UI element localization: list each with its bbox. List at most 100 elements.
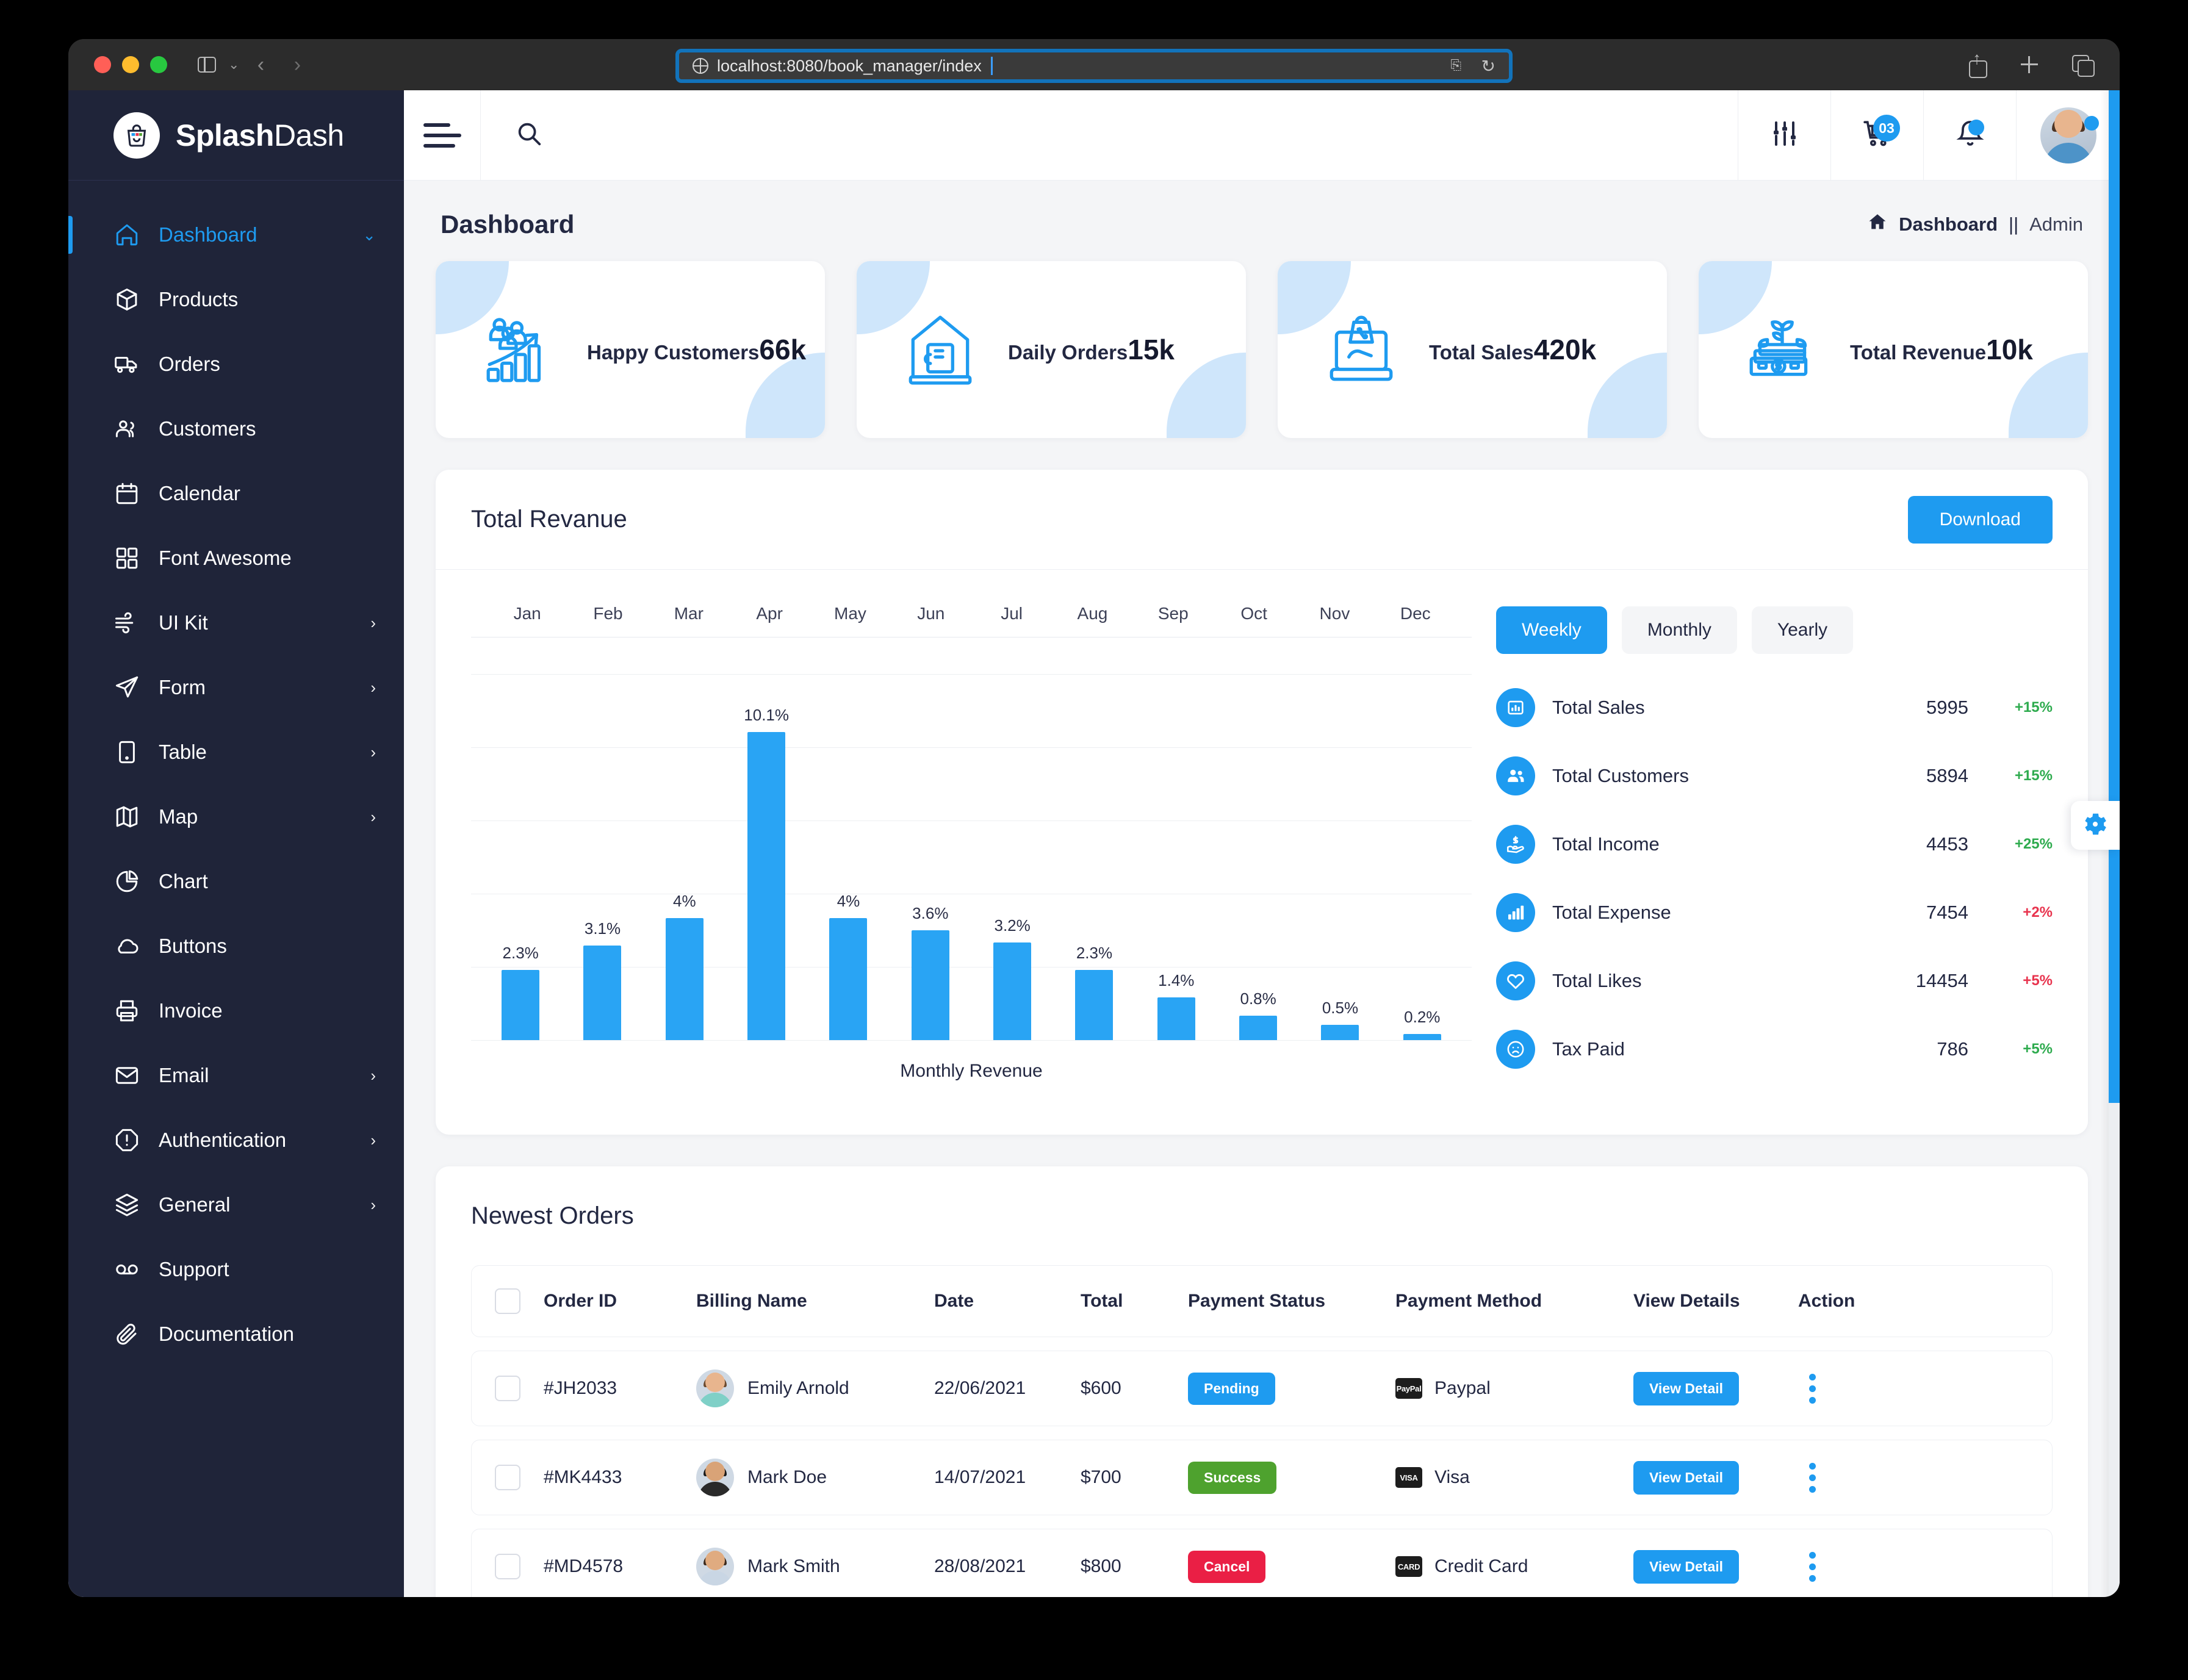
stat-card-value: 66k — [759, 334, 807, 365]
breadcrumb-home[interactable]: Dashboard — [1899, 214, 1998, 235]
checkbox[interactable] — [495, 1465, 520, 1490]
view-detail-button[interactable]: View Detail — [1633, 1549, 1740, 1584]
row-select-cell[interactable] — [472, 1376, 544, 1401]
heart-icon — [1496, 961, 1535, 1000]
revenue-stats: Weekly Monthly Yearly Total Sales 5995 +15% T… — [1496, 604, 2053, 1098]
row-select-cell[interactable] — [472, 1465, 544, 1490]
revenue-stat-row: Total Expense 7454 +2% — [1496, 893, 2053, 932]
view-detail-button[interactable]: View Detail — [1633, 1371, 1740, 1405]
sidebar-item-form[interactable]: Form › — [68, 655, 404, 720]
period-tab-yearly[interactable]: Yearly — [1751, 606, 1854, 654]
view-detail-button[interactable]: View Detail — [1633, 1460, 1740, 1495]
settings-button[interactable] — [1738, 90, 1830, 180]
brand-logo[interactable]: SplashDash — [68, 90, 404, 181]
billing-name-text: Mark Smith — [747, 1556, 840, 1576]
forward-button[interactable]: › — [282, 49, 312, 80]
sidebar-item-font-awesome[interactable]: Font Awesome — [68, 526, 404, 591]
cart-button[interactable]: 03 — [1830, 90, 1923, 180]
sad-face-icon — [1496, 1030, 1535, 1069]
page-viewport: SplashDash Dashboard ⌄ Products Orders Custo… — [68, 90, 2120, 1597]
chevron-right-icon: › — [370, 1066, 376, 1085]
cell-action — [1798, 1462, 2052, 1493]
tablet-icon — [113, 739, 140, 766]
address-bar-container: localhost:8080/book_manager/index ⎘ ↻ — [675, 49, 1513, 83]
scrollbar-thumb[interactable] — [2109, 90, 2120, 1103]
sidebar-item-orders[interactable]: Orders — [68, 332, 404, 397]
chevron-down-icon[interactable]: ⌄ — [228, 57, 239, 73]
sidebar-item-buttons[interactable]: Buttons — [68, 914, 404, 978]
show-tabs-icon[interactable] — [2070, 52, 2095, 77]
select-all-cell[interactable] — [472, 1288, 544, 1314]
sidebar-item-label: Buttons — [159, 935, 227, 957]
checkbox[interactable] — [495, 1376, 520, 1401]
hand-dollar-icon — [1496, 825, 1535, 864]
download-button[interactable]: Download — [1907, 495, 2053, 544]
sidebar-item-documentation[interactable]: Documentation — [68, 1302, 404, 1366]
table-row: #JH2033 Emily Arnold 22/06/2021 $600 Pending… — [471, 1351, 2053, 1426]
revenue-stat-delta: +5% — [2023, 972, 2053, 989]
sidebar-item-products[interactable]: Products — [68, 267, 404, 332]
notifications-button[interactable] — [1923, 90, 2016, 180]
close-window-button[interactable] — [94, 56, 111, 73]
sidebar-item-map[interactable]: Map › — [68, 784, 404, 849]
chevron-right-icon: › — [370, 742, 376, 761]
translate-icon[interactable]: ⎘ — [1451, 57, 1469, 74]
chart-bar-value: 3.6% — [912, 904, 949, 922]
revenue-stat-label: Total Income — [1552, 833, 1660, 855]
column-header: Payment Status — [1188, 1291, 1326, 1311]
sidebar: SplashDash Dashboard ⌄ Products Orders Custo… — [68, 90, 404, 1597]
sidebar-item-label: Documentation — [159, 1323, 294, 1345]
more-options-icon[interactable] — [1798, 1551, 1816, 1582]
search-button[interactable] — [481, 90, 577, 180]
revenue-stat-delta: +15% — [2014, 699, 2053, 716]
sidebar-item-chart[interactable]: Chart — [68, 849, 404, 914]
box-icon — [113, 286, 140, 313]
sidebar-item-label: UI Kit — [159, 611, 208, 634]
map-icon — [113, 803, 140, 830]
sidebar-item-support[interactable]: Support — [68, 1237, 404, 1302]
home-icon — [113, 221, 140, 248]
chart-bar — [665, 918, 704, 1040]
sidebar-item-authentication[interactable]: Authentication › — [68, 1108, 404, 1172]
browser-chrome: ⌄ ‹ › localhost:8080/book_manager/index … — [68, 39, 2120, 90]
stat-card-value: 420k — [1533, 334, 1597, 365]
calendar-icon — [113, 480, 140, 507]
more-options-icon[interactable] — [1798, 1373, 1816, 1404]
chart-bar — [1075, 970, 1114, 1040]
more-options-icon[interactable] — [1798, 1462, 1816, 1493]
period-tab-weekly[interactable]: Weekly — [1496, 606, 1607, 654]
maximize-window-button[interactable] — [150, 56, 167, 73]
sidebar-item-customers[interactable]: Customers — [68, 397, 404, 461]
menu-toggle-button[interactable] — [404, 90, 481, 180]
sidebar-item-email[interactable]: Email › — [68, 1043, 404, 1108]
reload-icon[interactable]: ↻ — [1481, 56, 1495, 76]
sidebar-item-dashboard[interactable]: Dashboard ⌄ — [68, 203, 404, 267]
period-tab-monthly[interactable]: Monthly — [1621, 606, 1737, 654]
sidebar-toggle-button[interactable] — [192, 49, 222, 80]
sidebar-item-general[interactable]: General › — [68, 1172, 404, 1237]
row-select-cell[interactable] — [472, 1554, 544, 1579]
sidebar-item-calendar[interactable]: Calendar — [68, 461, 404, 526]
avatar — [2040, 107, 2096, 163]
chart-bar-value: 0.5% — [1322, 999, 1359, 1017]
sidebar-item-label: Authentication — [159, 1129, 287, 1151]
sidebar-item-label: Customers — [159, 417, 256, 440]
checkbox[interactable] — [495, 1288, 520, 1314]
payment-method-text: Paypal — [1434, 1378, 1491, 1398]
layers-icon — [113, 1191, 140, 1218]
sidebar-item-ui-kit[interactable]: UI Kit › — [68, 591, 404, 655]
new-tab-icon[interactable] — [2017, 52, 2042, 77]
checkbox[interactable] — [495, 1554, 520, 1579]
stat-card-total-revenue: Total Revenue10k — [1699, 261, 2088, 438]
sidebar-item-invoice[interactable]: Invoice — [68, 978, 404, 1043]
share-icon[interactable] — [1965, 50, 1989, 78]
revenue-chart: Jan Feb Mar Apr May Jun Jul Aug Sep Oct Nov Dec 2.3… — [471, 604, 1472, 1098]
minimize-window-button[interactable] — [122, 56, 139, 73]
theme-settings-button[interactable] — [2071, 801, 2120, 850]
back-button[interactable]: ‹ — [245, 49, 276, 80]
money-plant-icon — [1743, 310, 1822, 389]
sidebar-item-table[interactable]: Table › — [68, 720, 404, 784]
payment-method-icon: VISA — [1395, 1467, 1422, 1488]
billing-name-text: Emily Arnold — [747, 1378, 849, 1398]
address-bar[interactable]: localhost:8080/book_manager/index ⎘ ↻ — [675, 49, 1513, 83]
